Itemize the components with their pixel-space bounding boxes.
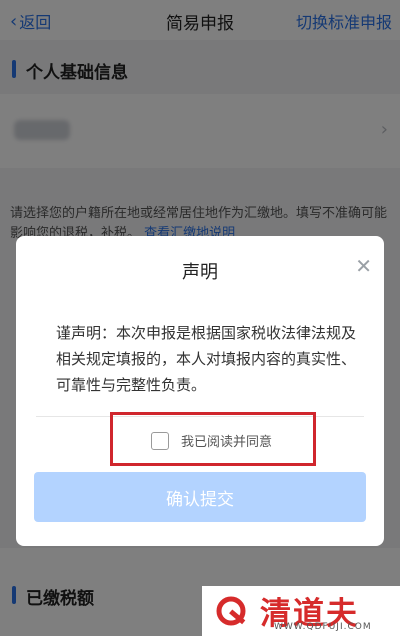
brand-logo-icon [216,596,246,626]
declaration-dialog: 声明 ✕ 谨声明：本次申报是根据国家税收法律法规及相关规定填报的，本人对填报内容… [16,236,384,546]
dialog-title: 声明 [182,262,218,283]
close-icon[interactable]: ✕ [355,254,372,278]
agree-highlight-box: 我已阅读并同意 [110,412,316,466]
watermark-url: WWW.QDFUJI.COM [274,622,372,632]
confirm-submit-button[interactable]: 确认提交 [34,472,366,522]
declaration-text: 谨声明：本次申报是根据国家税收法律法规及相关规定填报的，本人对填报内容的真实性、… [56,324,357,394]
agree-checkbox-row[interactable]: 我已阅读并同意 [151,431,272,450]
agree-label: 我已阅读并同意 [181,435,273,450]
watermark: 清道夫 WWW.QDFUJI.COM [202,586,400,636]
agree-checkbox[interactable] [151,431,169,450]
